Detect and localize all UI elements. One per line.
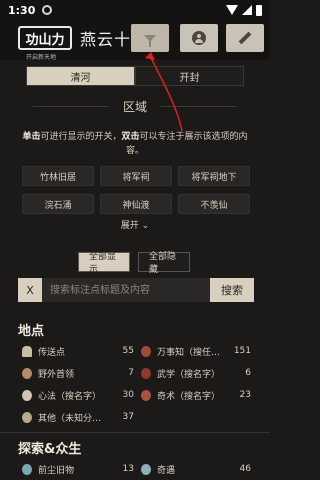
relic-icon (22, 463, 32, 475)
list-item[interactable]: 野外首领 7 (22, 365, 134, 381)
item-count: 151 (233, 346, 251, 356)
area-chips: 竹林旧居 将军祠 将军祠地下 浣石涌 神仙渡 不羡仙 (22, 166, 250, 222)
item-label: 万事知（搜任… (157, 347, 221, 358)
chip-row: 浣石涌 神仙渡 不羡仙 (22, 194, 250, 214)
category-title-locations: 地点 (18, 324, 45, 339)
category-title-exploration: 探索&众生 (18, 442, 82, 457)
item-label: 前尘旧物 (38, 465, 75, 476)
search-input[interactable] (42, 278, 210, 302)
status-icons (226, 4, 262, 16)
chevron-down-icon: ⌄ (141, 221, 150, 231)
hint-bold-single: 单击 (22, 132, 41, 142)
item-count: 37 (122, 412, 134, 422)
search-button[interactable]: 搜索 (210, 278, 254, 302)
edit-button[interactable] (226, 24, 264, 52)
tab-kaifeng[interactable]: 开封 (135, 66, 244, 86)
item-label: 奇遇 (157, 465, 176, 476)
item-label: 奇术（搜名字） (157, 391, 221, 402)
list-item[interactable]: 奇遇 46 (141, 461, 251, 477)
item-count: 30 (122, 390, 134, 400)
notification-icon (42, 5, 53, 15)
status-bar: 1:30 (0, 0, 270, 20)
area-chip-huanshiyong[interactable]: 浣石涌 (22, 194, 94, 214)
item-count: 55 (122, 346, 134, 356)
logo-subtitle: 开启新天地 (26, 54, 57, 61)
filter-button[interactable] (131, 24, 169, 52)
area-chip-shenxiandu[interactable]: 神仙渡 (100, 194, 172, 214)
qishu-icon (141, 389, 151, 401)
item-label: 其他（未知分… (38, 413, 102, 424)
list-item[interactable]: 奇术（搜名字） 23 (141, 387, 251, 403)
battery-icon (256, 4, 262, 16)
item-count: 23 (239, 390, 251, 400)
display-buttons: 全部显示 全部隐藏 (78, 252, 190, 275)
list-item[interactable]: 其他（未知分… 37 (22, 409, 134, 425)
user-icon (192, 31, 206, 45)
hint-text-single: 可进行显示的开关， (40, 132, 122, 142)
area-chip-jiangjunci[interactable]: 将军祠 (100, 166, 172, 186)
app-logo: 功山力 (18, 26, 72, 50)
expand-label: 展开 (120, 221, 139, 231)
encounter-icon (141, 463, 151, 475)
hint-bold-double: 双击 (121, 132, 140, 142)
list-item[interactable]: 心法（搜名字） 30 (22, 387, 134, 403)
signal-icon (242, 5, 252, 15)
hint-text-double: 可以专注于展示该选项的内容。 (125, 132, 248, 156)
wanshizhi-icon (141, 345, 151, 357)
chip-row: 竹林旧居 将军祠 将军祠地下 (22, 166, 250, 186)
item-label: 野外首领 (38, 369, 75, 380)
xinfa-icon (22, 389, 32, 401)
item-count: 13 (122, 464, 134, 474)
other-icon (22, 411, 32, 423)
area-chip-buxianxian[interactable]: 不羡仙 (178, 194, 250, 214)
divider (161, 105, 237, 107)
boss-icon (22, 367, 32, 379)
search-bar: X 搜索 (18, 278, 254, 302)
profile-button[interactable] (180, 24, 218, 52)
filter-icon (144, 34, 156, 47)
list-item[interactable]: 前尘旧物 13 (22, 461, 134, 477)
area-section-title: 区域 (122, 99, 147, 114)
item-count: 7 (128, 368, 134, 378)
pencil-icon (238, 31, 252, 45)
list-item[interactable]: 武学（搜名字） 6 (141, 365, 251, 381)
wifi-icon (226, 5, 238, 15)
list-item[interactable]: 万事知（搜任… 151 (141, 343, 251, 359)
app-header: 功山力 开启新天地 燕云十六声 (0, 20, 270, 61)
tab-qinghe[interactable]: 清河 (26, 66, 135, 86)
list-item[interactable]: 传送点 55 (22, 343, 134, 359)
item-label: 传送点 (38, 347, 66, 358)
status-time: 1:30 (8, 3, 36, 17)
wuxue-icon (141, 367, 151, 379)
teleport-icon (22, 345, 32, 357)
expand-toggle[interactable]: 展开 ⌄ (0, 218, 270, 231)
item-label: 武学（搜名字） (157, 369, 221, 380)
clear-search-button[interactable]: X (18, 278, 42, 302)
divider (0, 432, 270, 433)
show-all-button[interactable]: 全部显示 (78, 252, 130, 275)
hide-all-button[interactable]: 全部隐藏 (138, 252, 190, 275)
divider (32, 105, 109, 107)
item-label: 心法（搜名字） (38, 391, 102, 402)
area-chip-zhulin[interactable]: 竹林旧居 (22, 166, 94, 186)
usage-hint: 单击可进行显示的开关，双击可以专注于展示该选项的内容。 (18, 130, 252, 158)
region-tabs: 清河 开封 (26, 66, 244, 86)
area-chip-jiangjunci-underground[interactable]: 将军祠地下 (178, 166, 250, 186)
item-count: 6 (245, 368, 251, 378)
area-section-header: 区域 (0, 96, 270, 116)
item-count: 46 (239, 464, 251, 474)
